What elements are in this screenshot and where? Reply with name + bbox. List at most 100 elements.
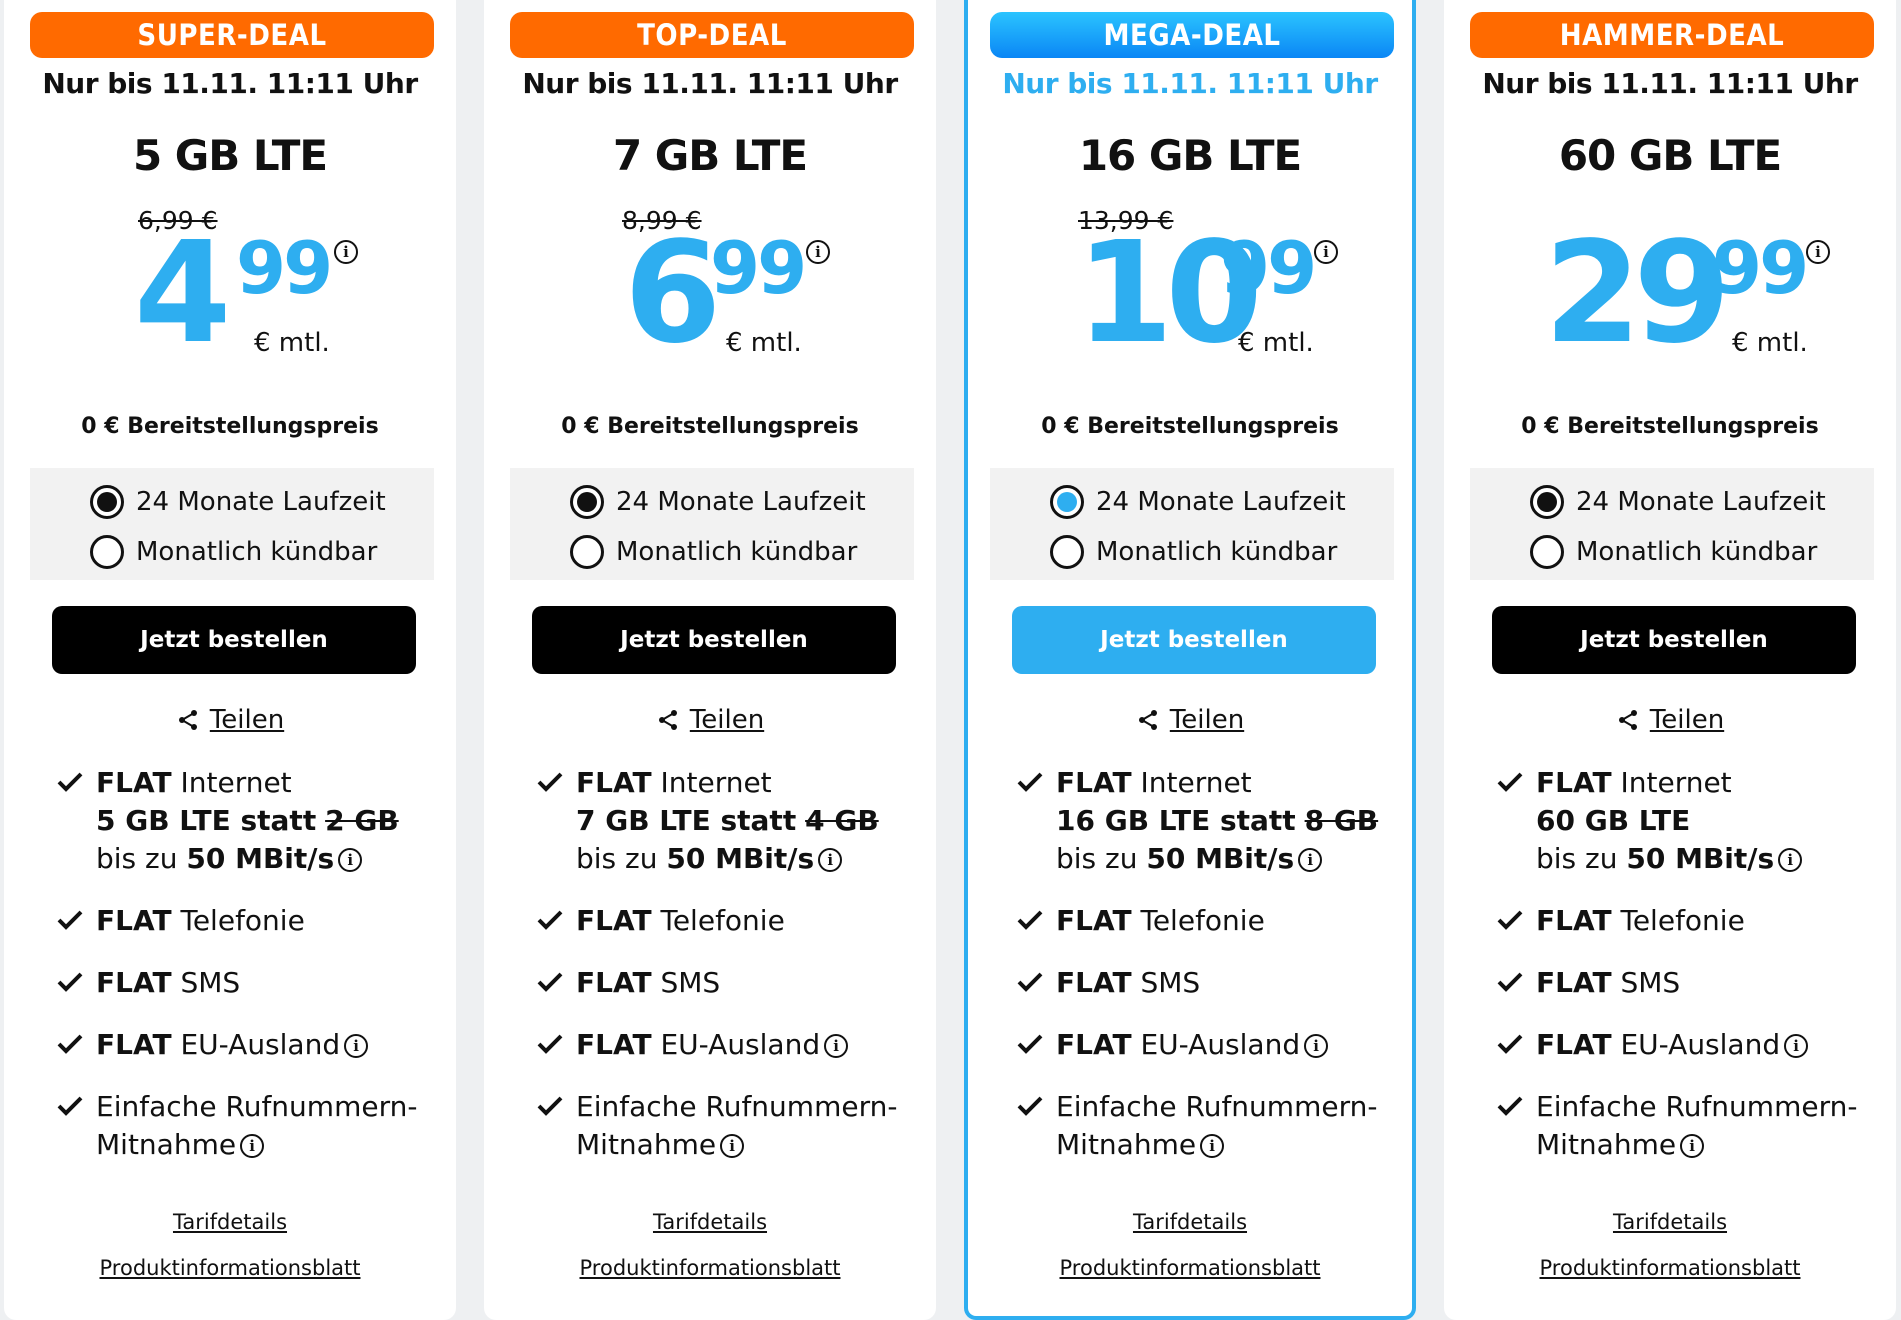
term-option-24-months[interactable]: 24 Monate Laufzeit: [570, 482, 866, 522]
setup-fee: 0 € Bereitstellungspreis: [561, 414, 859, 439]
tariff-details-link[interactable]: Tarifdetails: [1444, 1208, 1896, 1236]
share-label[interactable]: Teilen: [1650, 703, 1724, 737]
porting-info-icon[interactable]: i: [1680, 1134, 1705, 1158]
feature-label: Telefonie: [660, 904, 785, 937]
feature-number-porting: Einfache Rufnummern- Mitnahme i: [56, 1088, 446, 1164]
feature-flat-label: FLAT: [1056, 1028, 1132, 1061]
tariff-card-super-deal: SUPER-DEAL Nur bis 11.11. 11:11 Uhr 5 GB…: [4, 0, 456, 1320]
product-info-sheet-link[interactable]: Produktinformationsblatt: [484, 1254, 936, 1282]
check-icon: [1497, 910, 1523, 930]
tariff-details-link[interactable]: Tarifdetails: [968, 1208, 1412, 1236]
term-option-24-months[interactable]: 24 Monate Laufzeit: [1050, 482, 1346, 522]
share-link[interactable]: Teilen: [968, 700, 1412, 740]
feature-label: SMS: [660, 966, 721, 999]
share-label[interactable]: Teilen: [690, 703, 764, 737]
radio-unselected-icon[interactable]: [1050, 535, 1084, 569]
feature-flat-label: FLAT: [576, 766, 652, 799]
share-label[interactable]: Teilen: [210, 703, 284, 737]
feature-flat-label: FLAT: [576, 1028, 652, 1061]
setup-fee: 0 € Bereitstellungspreis: [1041, 414, 1339, 439]
radio-selected-icon[interactable]: [90, 485, 124, 519]
tariff-card-top-deal: TOP-DEAL Nur bis 11.11. 11:11 Uhr 7 GB L…: [484, 0, 936, 1320]
feature-label: Internet: [1620, 766, 1732, 799]
feature-telefonie: FLAT Telefonie: [1496, 902, 1886, 940]
tariff-details-link[interactable]: Tarifdetails: [4, 1208, 456, 1236]
speed-info-icon[interactable]: i: [1298, 848, 1323, 872]
order-button[interactable]: Jetzt bestellen: [1492, 606, 1856, 674]
data-volume-line: 60 GB LTE: [1536, 804, 1691, 837]
term-option-monthly[interactable]: Monatlich kündbar: [1050, 532, 1337, 572]
share-label[interactable]: Teilen: [1170, 703, 1244, 737]
tariff-details-link[interactable]: Tarifdetails: [484, 1208, 936, 1236]
term-option-24-months[interactable]: 24 Monate Laufzeit: [90, 482, 386, 522]
feature-flat-label: FLAT: [1536, 766, 1612, 799]
speed-prefix: bis zu: [1536, 842, 1618, 875]
check-icon: [57, 910, 83, 930]
feature-number-porting: Einfache Rufnummern- Mitnahme i: [1016, 1088, 1406, 1164]
radio-unselected-icon[interactable]: [90, 535, 124, 569]
share-link[interactable]: Teilen: [484, 700, 936, 740]
feature-eu-roaming: FLAT EU-Ausland i: [1016, 1026, 1406, 1064]
data-volume-line: 7 GB LTE statt: [576, 804, 797, 837]
product-info-sheet-link[interactable]: Produktinformationsblatt: [968, 1254, 1412, 1282]
radio-selected-icon[interactable]: [1530, 485, 1564, 519]
radio-selected-icon[interactable]: [570, 485, 604, 519]
porting-info-icon[interactable]: i: [240, 1134, 265, 1158]
price-unit: € mtl.: [1238, 328, 1314, 358]
term-option-monthly[interactable]: Monatlich kündbar: [570, 532, 857, 572]
radio-unselected-icon[interactable]: [1530, 535, 1564, 569]
feature-list: FLAT Internet 60 GB LTE bis zu 50 MBit/s…: [1496, 764, 1886, 1188]
speed-info-icon[interactable]: i: [1778, 848, 1803, 872]
radio-selected-icon[interactable]: [1050, 485, 1084, 519]
feature-label: Telefonie: [1140, 904, 1265, 937]
price-info-icon[interactable]: i: [1314, 240, 1338, 264]
price-info-icon[interactable]: i: [334, 240, 358, 264]
product-info-sheet-link[interactable]: Produktinformationsblatt: [4, 1254, 456, 1282]
eu-info-icon[interactable]: i: [1784, 1034, 1809, 1058]
check-icon: [537, 772, 563, 792]
setup-fee: 0 € Bereitstellungspreis: [81, 414, 379, 439]
share-icon: [1138, 710, 1157, 730]
term-option-monthly[interactable]: Monatlich kündbar: [1530, 532, 1817, 572]
radio-unselected-icon[interactable]: [570, 535, 604, 569]
deal-deadline: Nur bis 11.11. 11:11 Uhr: [522, 67, 898, 100]
old-data-volume: 8 GB: [1304, 804, 1379, 837]
feature-label: SMS: [180, 966, 241, 999]
term-label: Monatlich kündbar: [616, 537, 858, 567]
feature-internet: FLAT Internet 7 GB LTE statt 4 GB bis zu…: [536, 764, 926, 878]
term-option-24-months[interactable]: 24 Monate Laufzeit: [1530, 482, 1826, 522]
price-info-icon[interactable]: i: [806, 240, 830, 264]
feature-label: Einfache Rufnummern-: [576, 1090, 898, 1123]
price-unit: € mtl.: [1732, 328, 1808, 358]
data-volume-line: 16 GB LTE statt: [1056, 804, 1296, 837]
share-link[interactable]: Teilen: [1444, 700, 1896, 740]
feature-flat-label: FLAT: [96, 904, 172, 937]
order-button[interactable]: Jetzt bestellen: [532, 606, 896, 674]
order-button[interactable]: Jetzt bestellen: [1012, 606, 1376, 674]
eu-info-icon[interactable]: i: [824, 1034, 849, 1058]
speed-info-icon[interactable]: i: [818, 848, 843, 872]
feature-sms: FLAT SMS: [1496, 964, 1886, 1002]
product-info-sheet-link[interactable]: Produktinformationsblatt: [1444, 1254, 1896, 1282]
feature-telefonie: FLAT Telefonie: [56, 902, 446, 940]
feature-flat-label: FLAT: [1056, 904, 1132, 937]
feature-label: Telefonie: [180, 904, 305, 937]
feature-sms: FLAT SMS: [536, 964, 926, 1002]
feature-label: EU-Ausland: [180, 1028, 341, 1061]
porting-info-icon[interactable]: i: [720, 1134, 745, 1158]
feature-label: Telefonie: [1620, 904, 1745, 937]
term-option-monthly[interactable]: Monatlich kündbar: [90, 532, 377, 572]
deal-badge: TOP-DEAL: [510, 12, 914, 58]
price-euros: 29: [1544, 212, 1731, 375]
speed-info-icon[interactable]: i: [338, 848, 363, 872]
order-button[interactable]: Jetzt bestellen: [52, 606, 416, 674]
share-link[interactable]: Teilen: [4, 700, 456, 740]
feature-flat-label: FLAT: [1536, 1028, 1612, 1061]
eu-info-icon[interactable]: i: [344, 1034, 369, 1058]
price-info-icon[interactable]: i: [1806, 240, 1830, 264]
feature-internet: FLAT Internet 60 GB LTE bis zu 50 MBit/s…: [1496, 764, 1886, 878]
porting-info-icon[interactable]: i: [1200, 1134, 1225, 1158]
eu-info-icon[interactable]: i: [1304, 1034, 1329, 1058]
check-icon: [1017, 910, 1043, 930]
feature-label: Einfache Rufnummern-: [1056, 1090, 1378, 1123]
